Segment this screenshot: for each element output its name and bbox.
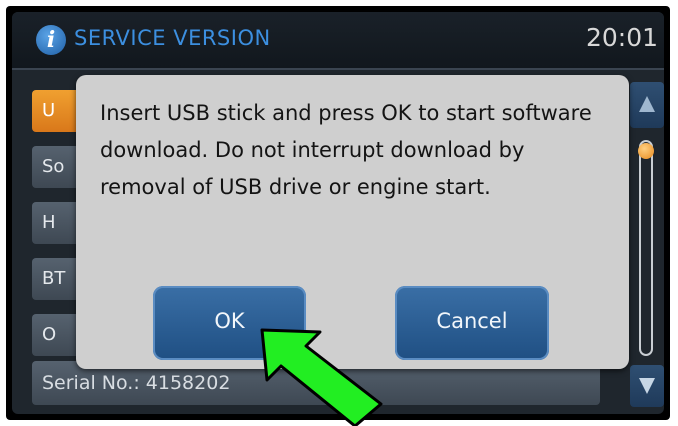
- screen: i SERVICE VERSION 20:01 U So H BT O Seri…: [12, 12, 664, 414]
- divider: [12, 68, 664, 70]
- scrollbar-thumb[interactable]: [638, 143, 654, 159]
- scroll-up-button[interactable]: [630, 82, 664, 128]
- chevron-down-icon: [639, 378, 655, 394]
- chevron-up-icon: [639, 96, 655, 112]
- scroll-down-button[interactable]: [630, 365, 664, 407]
- scrollbar-track[interactable]: [639, 140, 653, 356]
- display-bezel: i SERVICE VERSION 20:01 U So H BT O Seri…: [6, 6, 670, 420]
- ok-button[interactable]: OK: [153, 286, 306, 360]
- clock: 20:01: [585, 23, 658, 52]
- dialog-message: Insert USB stick and press OK to start s…: [100, 101, 592, 199]
- title-bar: i SERVICE VERSION 20:01: [12, 12, 664, 68]
- cancel-button[interactable]: Cancel: [395, 286, 549, 360]
- confirm-dialog: Insert USB stick and press OK to start s…: [76, 75, 629, 369]
- info-icon: i: [36, 25, 66, 55]
- page-title: SERVICE VERSION: [74, 26, 271, 50]
